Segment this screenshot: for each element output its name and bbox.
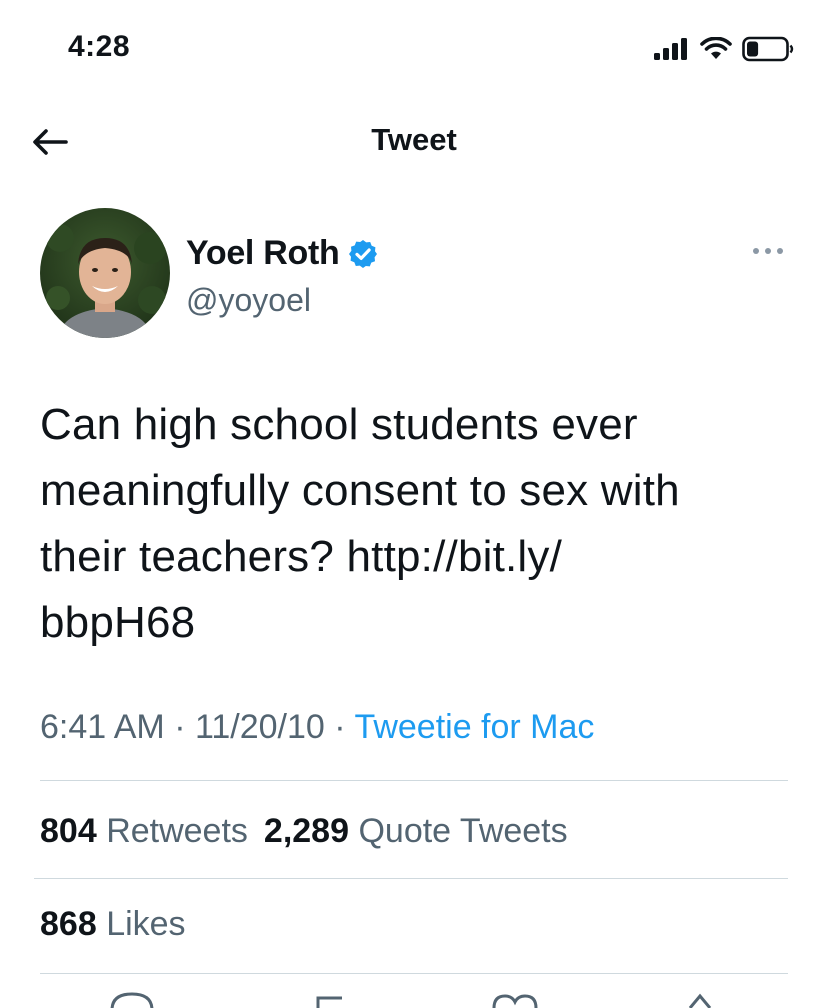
avatar-photo (40, 208, 170, 338)
retweets-link[interactable]: 804 Retweets (40, 812, 248, 850)
tweet-source-link[interactable]: Tweetie for Mac (354, 708, 594, 746)
status-bar: 4:28 (0, 0, 828, 100)
likes-stats: 868 Likes (40, 905, 186, 944)
tweet-date[interactable]: 11/20/10 (195, 708, 325, 746)
divider (40, 973, 788, 974)
tweet-text-line[interactable]: their teachers? http://bit.ly/ (40, 524, 790, 590)
retweet-icon[interactable] (316, 996, 342, 1008)
retweets-label: Retweets (106, 812, 248, 850)
tweet-text-line: meaningfully consent to sex with (40, 466, 680, 515)
action-bar (0, 990, 828, 1008)
avatar[interactable] (40, 208, 170, 338)
battery-icon (742, 36, 794, 62)
more-options-button[interactable] (748, 238, 788, 264)
retweets-count: 804 (40, 812, 97, 850)
tweet-meta: 6:41 AM · 11/20/10 · Tweetie for Mac (40, 708, 594, 747)
likes-link[interactable]: 868 Likes (40, 905, 186, 943)
tweet-time[interactable]: 6:41 AM (40, 708, 165, 746)
display-name[interactable]: Yoel Roth (186, 234, 340, 273)
quote-tweets-link[interactable]: 2,289 Quote Tweets (264, 812, 568, 850)
retweet-stats: 804 Retweets 2,289 Quote Tweets (40, 812, 568, 851)
tweet-author: Yoel Roth @yoyoel (40, 208, 792, 340)
likes-label: Likes (106, 905, 186, 943)
tweet-text: Can high school students ever meaningful… (40, 392, 790, 656)
divider (34, 878, 788, 879)
meta-separator: · (174, 708, 186, 746)
tweet-text-line[interactable]: bbpH68 (40, 590, 790, 656)
reply-icon[interactable] (110, 992, 154, 1008)
nav-header: Tweet (0, 100, 828, 184)
divider (40, 780, 788, 781)
meta-separator: · (334, 708, 346, 746)
share-icon[interactable] (688, 993, 712, 1008)
quote-tweets-label: Quote Tweets (358, 812, 568, 850)
like-icon[interactable] (492, 994, 538, 1008)
likes-count: 868 (40, 905, 97, 943)
username[interactable]: @yoyoel (186, 282, 311, 319)
cellular-signal-icon (654, 38, 687, 60)
tweet-text-line: Can high school students ever (40, 400, 638, 449)
wifi-icon (700, 37, 732, 59)
quote-tweets-count: 2,289 (263, 812, 350, 850)
verified-badge-icon (349, 239, 378, 268)
display-name-wrap[interactable]: Yoel Roth (186, 234, 379, 273)
more-horizontal-icon (753, 248, 783, 254)
page-title: Tweet (371, 122, 457, 157)
status-icons (654, 34, 794, 64)
status-time: 4:28 (68, 30, 131, 63)
